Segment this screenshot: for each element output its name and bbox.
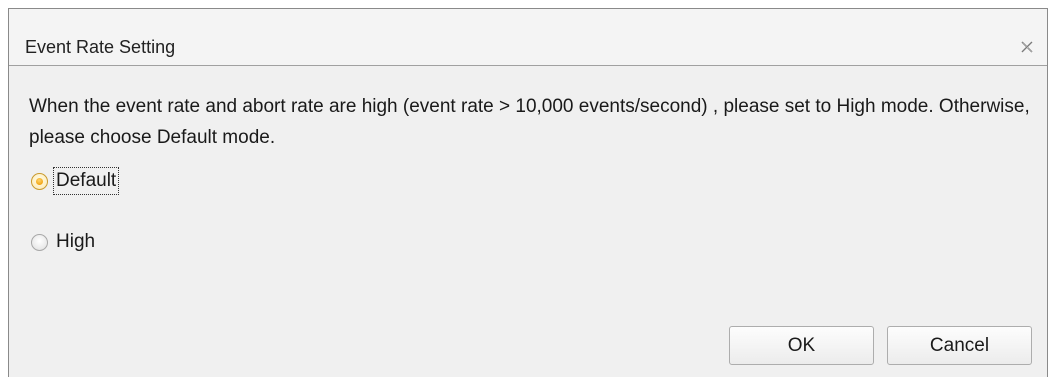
event-rate-dialog: Event Rate Setting When the event rate a… (8, 8, 1048, 377)
dialog-title: Event Rate Setting (25, 37, 176, 57)
radio-label-default[interactable]: Default (52, 167, 120, 195)
cancel-button[interactable]: Cancel (887, 326, 1032, 365)
radio-selected-icon[interactable] (31, 172, 48, 190)
radio-option-default[interactable]: Default (31, 166, 120, 196)
ok-button[interactable]: OK (729, 326, 874, 365)
close-icon[interactable] (1019, 39, 1035, 55)
radio-option-high[interactable]: High (31, 227, 97, 257)
radio-dot-icon (36, 177, 43, 185)
dialog-message: When the event rate and abort rate are h… (29, 96, 1030, 148)
dialog-body: When the event rate and abort rate are h… (9, 65, 1047, 377)
dialog-titlebar: Event Rate Setting (9, 9, 1047, 65)
radio-label-high[interactable]: High (54, 229, 97, 255)
radio-unselected-icon[interactable] (31, 233, 48, 251)
